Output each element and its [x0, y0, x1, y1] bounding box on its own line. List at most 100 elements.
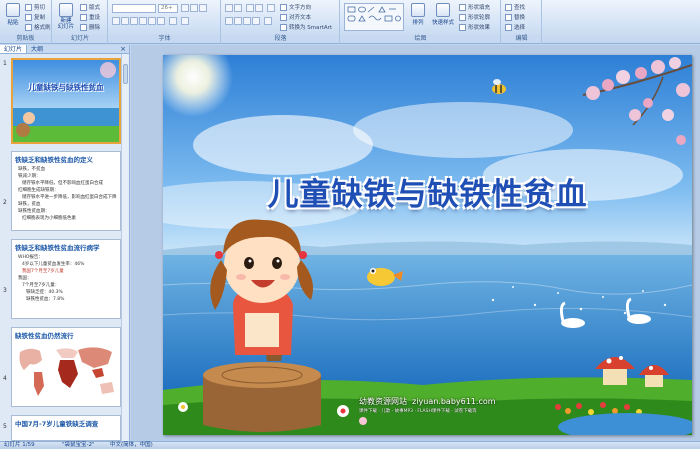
shape-fill-label: 形状填充: [468, 5, 491, 11]
thumbnail-line: 红细胞生成缺铁期：: [18, 188, 59, 193]
theme-name: "袋鼠宝宝-2": [62, 442, 95, 448]
tab-outline[interactable]: 大纲: [27, 45, 47, 53]
close-icon[interactable]: ×: [120, 45, 126, 53]
shape-outline-label: 形状轮廓: [468, 15, 491, 21]
slides-group-label: 幻灯片: [53, 35, 107, 43]
panel-scrollbar[interactable]: [121, 54, 129, 441]
select-button[interactable]: 选择: [505, 23, 525, 31]
slide-thumbnail-1[interactable]: 儿童缺铁与缺铁性贫血: [11, 58, 121, 144]
find-button[interactable]: 查找: [505, 3, 525, 11]
replace-label: 替换: [514, 15, 526, 21]
thumbnail-4-title: 缺铁性贫血仍然流行: [15, 332, 74, 340]
arrange-button[interactable]: 排列: [407, 3, 429, 33]
layout-button[interactable]: 版式: [80, 3, 100, 11]
align-left-icon[interactable]: [225, 17, 233, 25]
thumbnail-line: 缺铁，贫血: [18, 202, 41, 207]
change-case-icon[interactable]: [169, 17, 177, 25]
decrease-indent-icon[interactable]: [246, 4, 254, 12]
strikethrough-icon[interactable]: [139, 17, 147, 25]
paste-label: 粘贴: [7, 20, 19, 26]
arrange-label: 排列: [412, 20, 424, 26]
spacing-icon[interactable]: [157, 17, 165, 25]
shape-effects-button[interactable]: 形状效果: [459, 23, 490, 31]
slide-counter: 幻灯片 1/59: [4, 442, 35, 448]
font-group: 26+ 字体: [109, 0, 221, 44]
quick-styles-button[interactable]: 快速样式: [430, 3, 456, 33]
find-label: 查找: [514, 5, 526, 11]
cut-button[interactable]: 剪切: [25, 3, 45, 11]
smartart-button[interactable]: 转换为 SmartArt: [280, 23, 332, 31]
slide-thumbnail-3[interactable]: 铁缺乏和缺铁性贫血流行病学 WHO报告： 4岁以下儿童贫血发生率：46% 我国7…: [11, 239, 121, 319]
justify-icon[interactable]: [252, 17, 260, 25]
bold-icon[interactable]: [112, 17, 120, 25]
layout-label: 版式: [89, 5, 101, 11]
reset-button[interactable]: 重设: [80, 13, 100, 21]
thumb-number: 2: [3, 199, 7, 206]
align-text-icon: [280, 13, 287, 21]
quick-styles-label: 快速样式: [431, 20, 454, 26]
text-direction-button[interactable]: 文字方向: [280, 3, 311, 11]
thumbnail-line: 储存铁水平进一步降低，影响血红蛋白合成下降: [22, 195, 117, 200]
text-direction-icon: [280, 3, 287, 11]
thumbnail-line: 红细胞表现为小细胞低色素: [22, 216, 76, 221]
slide-thumbnail-4[interactable]: 缺铁性贫血仍然流行: [11, 327, 121, 407]
editing-group-label: 编辑: [502, 35, 541, 43]
slide-background-illustration: [163, 55, 692, 435]
arrange-icon: [411, 3, 425, 17]
editing-group: 查找 替换 选择 编辑: [502, 0, 542, 44]
smartart-icon: [280, 23, 287, 31]
numbering-icon[interactable]: [234, 4, 242, 12]
font-color-icon[interactable]: [181, 17, 189, 25]
thumb-number: 1: [3, 60, 7, 67]
shadow-icon[interactable]: [148, 17, 156, 25]
tree-stump-icon: [203, 362, 321, 432]
thumb-number: 4: [3, 375, 7, 382]
shape-outline-button[interactable]: 形状轮廓: [459, 13, 490, 21]
shape-fill-button[interactable]: 形状填充: [459, 3, 490, 11]
underline-icon[interactable]: [130, 17, 138, 25]
align-text-button[interactable]: 对齐文本: [280, 13, 311, 21]
shapes-gallery[interactable]: [344, 3, 404, 31]
slide-thumbnail-5[interactable]: 中国7月-7岁儿童铁缺乏调查: [11, 415, 121, 441]
bullets-icon[interactable]: [225, 4, 233, 12]
columns-icon[interactable]: [264, 17, 272, 25]
italic-icon[interactable]: [121, 17, 129, 25]
format-painter-button[interactable]: 格式刷: [25, 23, 51, 31]
slide-1[interactable]: 儿童缺铁与缺铁性贫血 幼教资源网站 ziyuan.baby611.com 课件下…: [163, 55, 692, 435]
slide-thumbnail-2[interactable]: 铁缺乏和缺铁性贫血的定义 缺铁，不贫血 铁减少期： 储存铁水平降低，但不影响血红…: [11, 151, 121, 231]
copy-button[interactable]: 复制: [25, 13, 45, 21]
font-group-label: 字体: [109, 35, 220, 43]
thumbnail-3-title: 铁缺乏和缺铁性贫血流行病学: [15, 244, 100, 252]
shrink-font-icon[interactable]: [190, 4, 198, 12]
slide-title[interactable]: 儿童缺铁与缺铁性贫血: [163, 169, 692, 214]
replace-icon: [505, 13, 512, 21]
align-right-icon[interactable]: [243, 17, 251, 25]
reset-label: 重设: [89, 15, 101, 21]
slide-canvas: 儿童缺铁与缺铁性贫血 幼教资源网站 ziyuan.baby611.com 课件下…: [131, 45, 700, 441]
increase-indent-icon[interactable]: [255, 4, 263, 12]
quick-styles-icon: [436, 3, 450, 17]
delete-button[interactable]: 删除: [80, 23, 100, 31]
replace-button[interactable]: 替换: [505, 13, 525, 21]
thumbnail-2-title: 铁缺乏和缺铁性贫血的定义: [15, 156, 93, 164]
font-size-select[interactable]: 26+: [158, 4, 178, 13]
world-map-icon: [12, 342, 120, 402]
line-spacing-icon[interactable]: [267, 4, 275, 12]
delete-icon: [80, 23, 87, 31]
new-slide-button[interactable]: 新建 幻灯片: [55, 3, 77, 33]
clear-format-icon[interactable]: [199, 4, 207, 12]
site-name: 幼教资源网站: [359, 397, 407, 406]
scrollbar-thumb[interactable]: [123, 64, 128, 84]
align-center-icon[interactable]: [234, 17, 242, 25]
brush-icon: [25, 23, 32, 31]
shapes-icon: [347, 6, 401, 22]
format-painter-label: 格式刷: [34, 25, 51, 31]
thumb-number: 3: [3, 287, 7, 294]
paste-button[interactable]: 粘贴: [2, 3, 24, 33]
font-name-select[interactable]: [112, 4, 156, 13]
tab-slides[interactable]: 幻灯片: [0, 45, 28, 53]
thumbnail-1-image: [13, 60, 119, 142]
clipboard-group-label: 剪贴板: [0, 35, 51, 43]
select-label: 选择: [514, 25, 526, 31]
grow-font-icon[interactable]: [181, 4, 189, 12]
